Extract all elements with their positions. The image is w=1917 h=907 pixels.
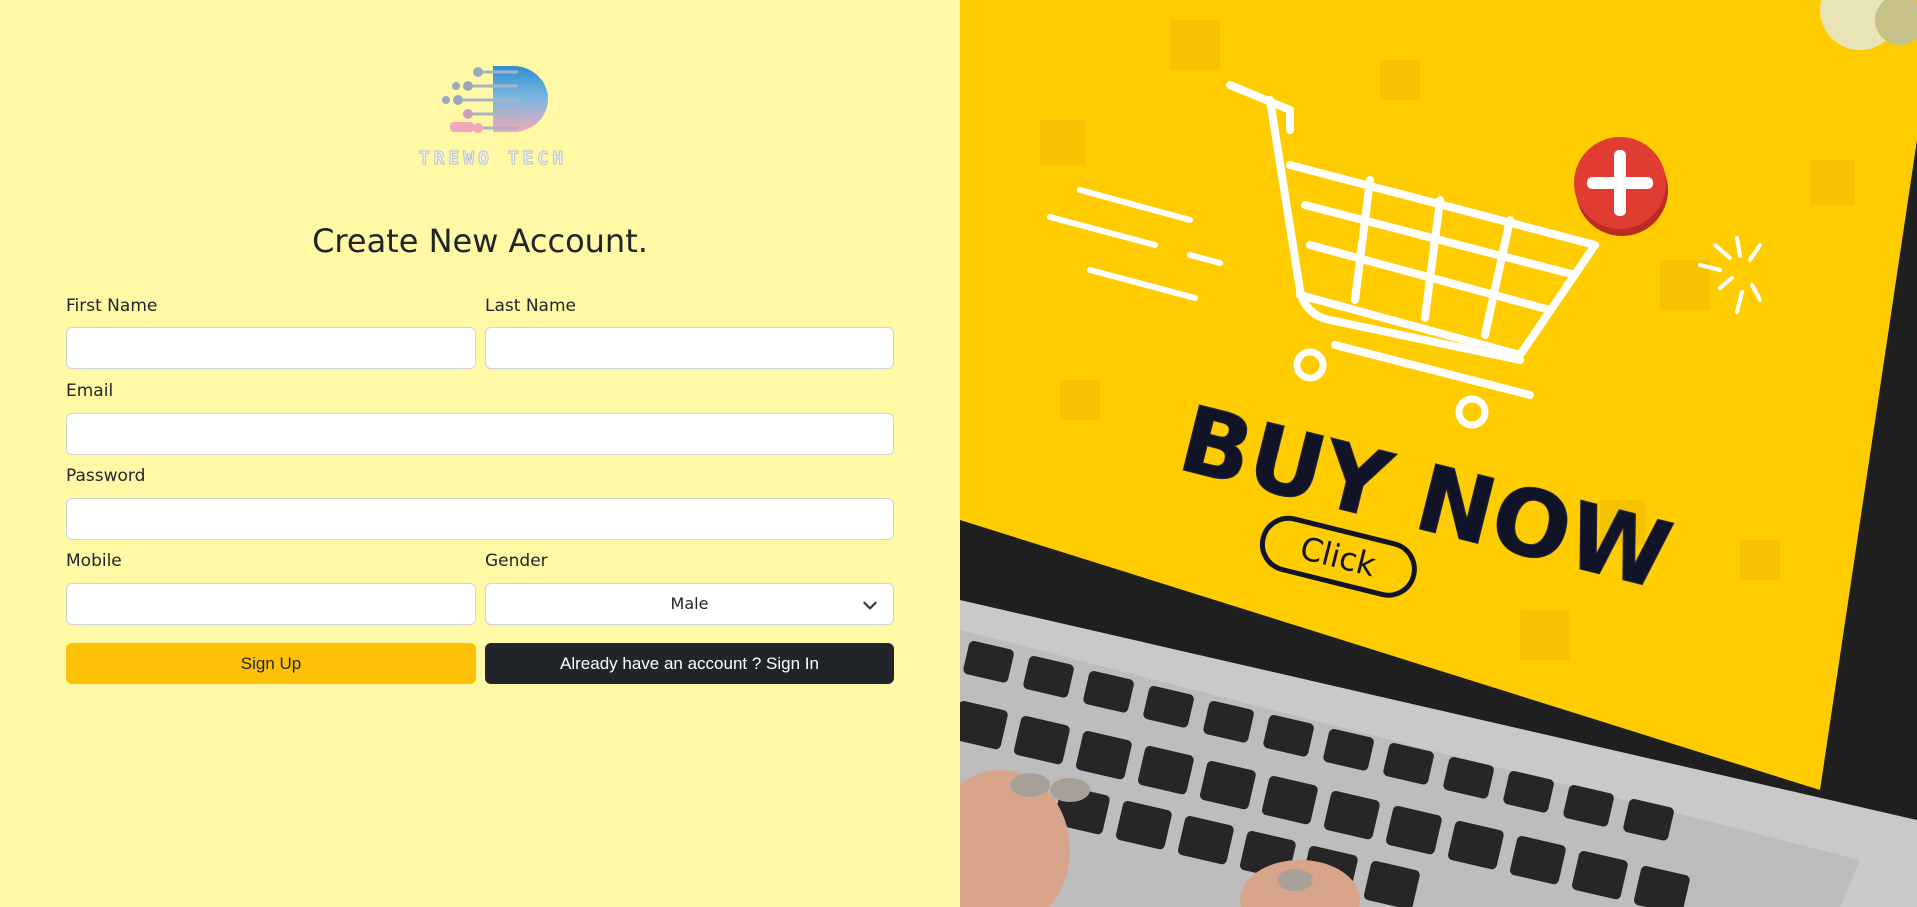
- last-name-label: Last Name: [485, 296, 576, 316]
- brand-logo: TREWO TECH: [418, 62, 568, 172]
- password-input[interactable]: [66, 498, 894, 540]
- sign-up-button[interactable]: Sign Up: [66, 643, 476, 684]
- hero-image: BUY NOW Click: [960, 0, 1917, 907]
- last-name-input[interactable]: [485, 327, 894, 369]
- chevron-down-icon: [863, 601, 877, 610]
- first-name-input[interactable]: [66, 327, 476, 369]
- gender-label: Gender: [485, 551, 548, 571]
- sign-in-button[interactable]: Already have an account ? Sign In: [485, 643, 894, 684]
- page-title: Create New Account.: [312, 222, 648, 260]
- logo-icon: [442, 66, 549, 133]
- signup-panel: TREWO TECH Create New Account. First Nam…: [0, 0, 960, 907]
- gender-select[interactable]: Male: [485, 583, 894, 625]
- email-input[interactable]: [66, 413, 894, 455]
- mobile-input[interactable]: [66, 583, 476, 625]
- email-label: Email: [66, 381, 114, 401]
- brand-name: TREWO TECH: [418, 148, 568, 170]
- mobile-label: Mobile: [66, 551, 122, 571]
- gender-selected-value: Male: [670, 594, 709, 613]
- password-label: Password: [66, 466, 146, 486]
- hero-illustration: BUY NOW Click: [960, 0, 1917, 907]
- first-name-label: First Name: [66, 296, 158, 316]
